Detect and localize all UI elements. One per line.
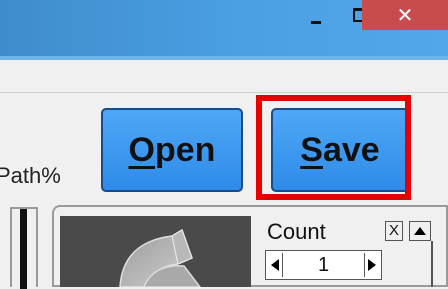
arrow-right-icon — [368, 259, 376, 271]
scroll-up-button[interactable] — [409, 221, 431, 241]
left-panel-divider — [20, 209, 27, 289]
save-button[interactable]: Save — [271, 108, 409, 192]
save-button-accelerator: S — [300, 130, 323, 169]
close-icon: ✕ — [396, 3, 414, 27]
close-button[interactable]: ✕ — [362, 0, 448, 30]
path-label: Path% — [0, 163, 61, 188]
arrow-left-icon — [271, 259, 279, 271]
save-button-label: ave — [322, 130, 380, 169]
minimize-icon — [311, 20, 321, 24]
clear-x-button[interactable]: X — [385, 221, 403, 241]
spinner-increment-button[interactable] — [364, 253, 379, 277]
arrow-up-icon — [414, 227, 426, 235]
count-spinner[interactable]: 1 — [265, 250, 382, 280]
spinner-value[interactable]: 1 — [286, 253, 361, 277]
preview-graphic — [119, 228, 201, 287]
toolbar-strip — [0, 60, 448, 93]
spinner-decrement-button[interactable] — [268, 253, 283, 277]
title-bar: ✕ — [0, 0, 448, 60]
open-button-label: pen — [155, 130, 216, 169]
preview-image — [60, 216, 251, 287]
open-button-accelerator: O — [128, 130, 155, 169]
scrollbar-track[interactable] — [431, 241, 433, 287]
minimize-button[interactable] — [296, 0, 336, 30]
open-button[interactable]: Open — [101, 108, 243, 192]
count-label: Count — [267, 219, 326, 244]
left-panel — [10, 207, 38, 289]
